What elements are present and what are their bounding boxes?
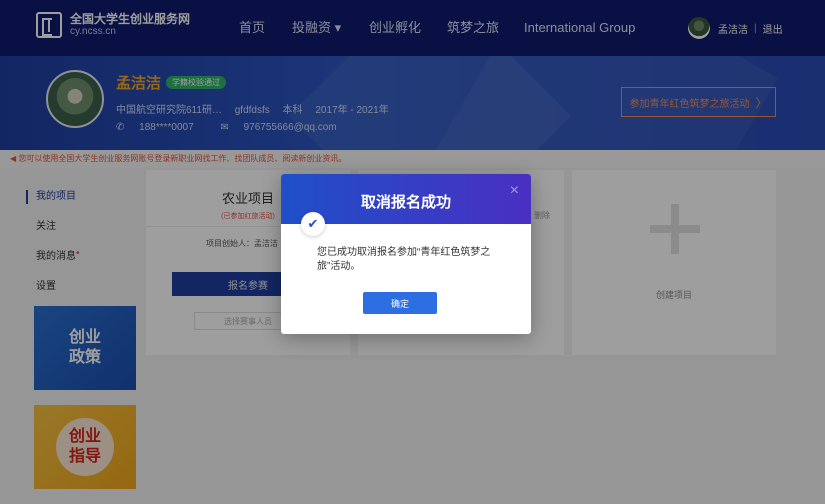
- confirm-button[interactable]: 确定: [363, 292, 437, 314]
- dialog-title: 取消报名成功: [360, 194, 451, 211]
- cancel-success-dialog: 取消报名成功 × ✔ 您已成功取消报名参加“青年红色筑梦之旅”活动。 确定: [281, 174, 531, 334]
- check-icon: ✔: [301, 212, 325, 236]
- dialog-message: 您已成功取消报名参加“青年红色筑梦之旅”活动。: [317, 247, 491, 272]
- close-icon[interactable]: ×: [510, 182, 519, 200]
